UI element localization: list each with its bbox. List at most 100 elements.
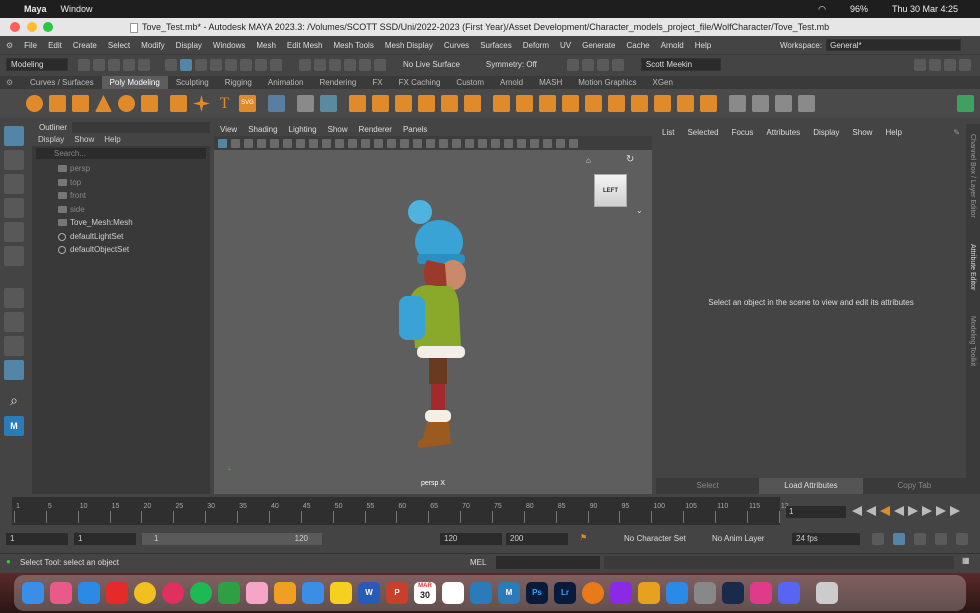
menu-create[interactable]: Create [73, 41, 97, 50]
render-frame-icon[interactable] [581, 58, 594, 71]
menu-modify[interactable]: Modify [141, 41, 165, 50]
snap-live-icon[interactable] [359, 58, 371, 71]
select-camera-icon[interactable] [218, 138, 227, 148]
keynote-icon[interactable] [470, 582, 492, 604]
character-model[interactable] [389, 198, 479, 458]
step-forward-key-icon[interactable] [936, 506, 946, 516]
viewcube[interactable]: LEFT [594, 174, 627, 207]
shelf-tab-fx-caching[interactable]: FX Caching [391, 76, 449, 89]
triangulate-icon[interactable] [654, 95, 671, 112]
field-chart-icon[interactable] [322, 138, 331, 148]
ae-menu-help[interactable]: Help [885, 124, 901, 142]
wireframe-on-shaded-icon[interactable] [387, 138, 396, 148]
viewport-menu-lighting[interactable]: Lighting [289, 124, 317, 136]
photoshop-icon[interactable]: Ps [526, 582, 548, 604]
ae-load-attributes-button[interactable]: Load Attributes [759, 478, 863, 494]
play-forwards-icon[interactable] [908, 506, 918, 516]
select-deform-icon[interactable] [270, 58, 282, 71]
outliner-title[interactable]: Outliner [32, 122, 72, 133]
instagram-icon[interactable] [750, 582, 772, 604]
default-material-icon[interactable] [374, 138, 383, 148]
viewport-menu-show[interactable]: Show [328, 124, 348, 136]
mirror-icon[interactable] [395, 95, 412, 112]
tab-channel-box[interactable]: Channel Box / Layer Editor [969, 134, 976, 218]
bridge-icon[interactable] [516, 95, 533, 112]
motion-blur-icon[interactable] [491, 138, 500, 148]
select-curve-icon[interactable] [240, 58, 252, 71]
shelf-tab-animation[interactable]: Animation [260, 76, 312, 89]
script-language-toggle[interactable]: MEL [470, 558, 486, 567]
wireframe-icon[interactable] [348, 138, 357, 148]
select-joint-icon[interactable] [225, 58, 237, 71]
safari-icon[interactable] [78, 582, 100, 604]
outliner-item-top[interactable]: top [32, 176, 210, 190]
edge-loop-icon[interactable] [729, 95, 746, 112]
viewport-menu-view[interactable]: View [220, 124, 237, 136]
end-time-field[interactable]: 200 [506, 533, 568, 545]
start-time-field[interactable]: 1 [6, 533, 68, 545]
ae-select-button[interactable]: Select [656, 478, 759, 494]
clock[interactable]: Thu 30 Mar 4:25 [892, 4, 958, 14]
animation-preferences-icon[interactable] [956, 533, 968, 545]
rotate-tool-icon[interactable] [4, 222, 24, 242]
xray-icon[interactable] [439, 138, 448, 148]
snap-view-icon[interactable] [344, 58, 356, 71]
ambient-occlusion-icon[interactable] [478, 138, 487, 148]
menuset-dropdown[interactable]: Modeling [6, 58, 68, 71]
shelf-tab-custom[interactable]: Custom [448, 76, 492, 89]
time-ruler[interactable]: 1 5 10 15 20 25 30 35 40 45 50 55 60 65 70 75 80 85 90 95 10… [12, 497, 789, 525]
poly-sphere-icon[interactable] [26, 95, 43, 112]
tab-attribute-editor[interactable]: Attribute Editor [969, 244, 976, 290]
ae-menu-focus[interactable]: Focus [732, 124, 754, 142]
outliner-item-side[interactable]: side [32, 203, 210, 217]
shelf-tab-sculpting[interactable]: Sculpting [168, 76, 217, 89]
live-surface-field[interactable]: No Live Surface [403, 60, 460, 69]
four-view-layout-icon[interactable] [4, 312, 24, 332]
maya-home-icon[interactable]: M [4, 416, 24, 436]
snap-vertex-icon[interactable] [374, 58, 386, 71]
image-plane-icon[interactable] [257, 138, 266, 148]
shelf-tab-mash[interactable]: MASH [531, 76, 570, 89]
smooth-icon[interactable] [418, 95, 435, 112]
lightroom-icon[interactable]: Lr [554, 582, 576, 604]
fps-dropdown[interactable]: 24 fps [792, 533, 860, 545]
photos-icon[interactable] [246, 582, 268, 604]
notes-icon[interactable] [330, 582, 352, 604]
isolate-select-icon[interactable] [530, 138, 539, 148]
play-backwards-icon[interactable] [894, 506, 904, 516]
step-back-key-icon[interactable] [866, 506, 876, 516]
shelf-tab-rendering[interactable]: Rendering [311, 76, 364, 89]
single-perspective-layout-icon[interactable] [4, 288, 24, 308]
move-tool-icon[interactable] [4, 198, 24, 218]
target-weld-icon[interactable] [775, 95, 792, 112]
reduce-icon[interactable] [441, 95, 458, 112]
viewport-menu-shading[interactable]: Shading [248, 124, 277, 136]
shelf-tab-xgen[interactable]: XGen [644, 76, 680, 89]
wifi-icon[interactable]: ◠ [818, 4, 826, 15]
outliner-menu-help[interactable]: Help [104, 133, 120, 146]
mesh-grid-icon[interactable] [268, 95, 285, 112]
word-icon[interactable]: W [358, 582, 380, 604]
poly-cube-icon[interactable] [49, 95, 66, 112]
select-component-icon[interactable] [195, 58, 207, 71]
ae-menu-attributes[interactable]: Attributes [766, 124, 800, 142]
menu-generate[interactable]: Generate [582, 41, 615, 50]
menu-arnold[interactable]: Arnold [661, 41, 684, 50]
depth-of-field-icon[interactable] [517, 138, 526, 148]
discord-icon[interactable] [778, 582, 800, 604]
podcasts-icon[interactable] [610, 582, 632, 604]
backface-culling-icon[interactable] [465, 138, 474, 148]
textured-icon[interactable] [400, 138, 409, 148]
menu-cache[interactable]: Cache [626, 41, 649, 50]
menu-edit[interactable]: Edit [48, 41, 62, 50]
menu-curves[interactable]: Curves [444, 41, 469, 50]
search-icon[interactable]: ⌕ [4, 392, 24, 412]
command-input[interactable] [496, 556, 600, 569]
launchpad-icon[interactable] [50, 582, 72, 604]
calendar-icon[interactable]: MAR 30 [414, 582, 436, 604]
google-drive-icon[interactable] [218, 582, 240, 604]
select-object-icon[interactable] [180, 58, 192, 71]
symmetry-dropdown[interactable]: Symmetry: Off [486, 60, 537, 69]
quadrangulate-icon[interactable] [677, 95, 694, 112]
chrome-icon[interactable] [134, 582, 156, 604]
